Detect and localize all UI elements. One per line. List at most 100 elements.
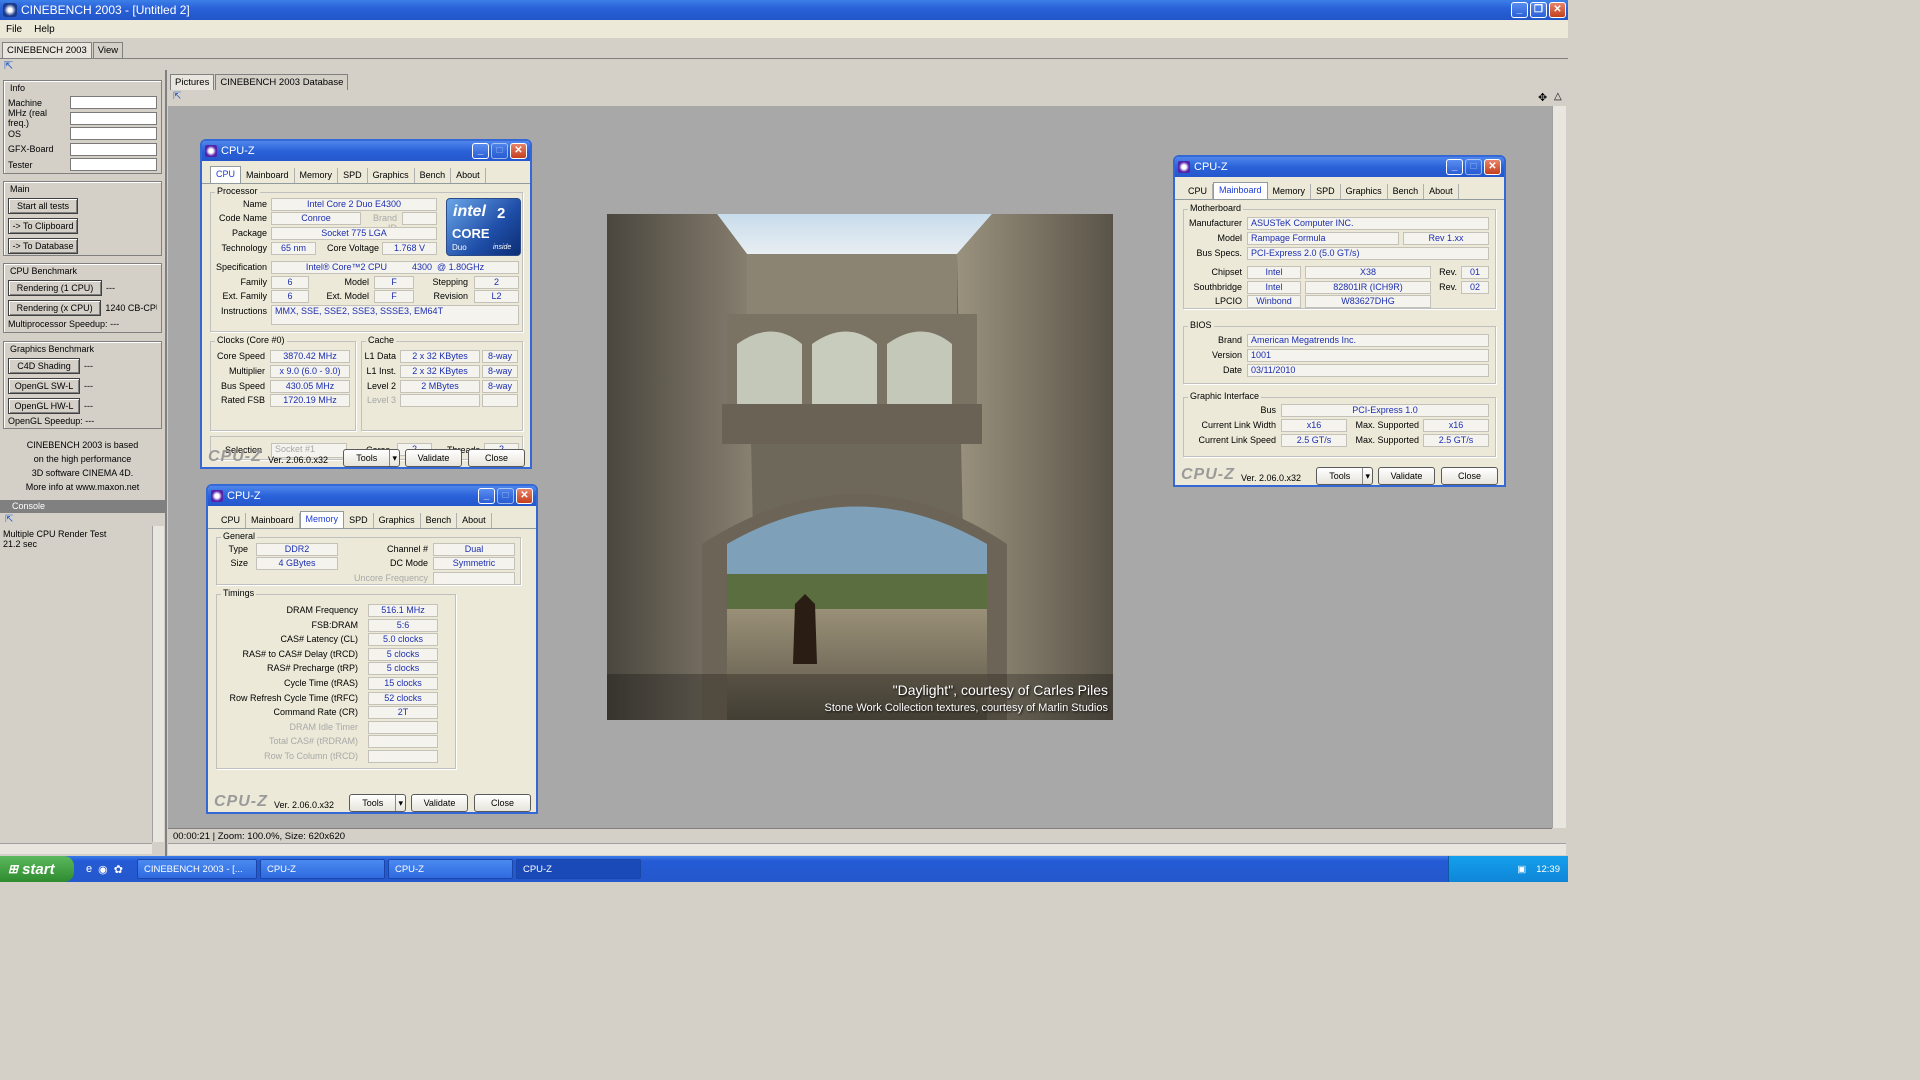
tester-field[interactable] — [69, 158, 157, 172]
tab-spd[interactable]: SPD — [338, 168, 368, 183]
revision-label: Revision — [433, 291, 468, 301]
bus-speed-label: Bus Speed — [220, 381, 265, 391]
timing-label: FSB:DRAM — [311, 619, 358, 630]
cpuz-minimize-button[interactable]: _ — [1446, 159, 1463, 175]
cpuz-close-button[interactable]: ✕ — [1484, 159, 1501, 175]
clock[interactable]: 12:39 — [1536, 864, 1560, 875]
cpuz-minimize-button[interactable]: _ — [478, 488, 495, 504]
timing-label: RAS# Precharge (tRP) — [266, 663, 358, 674]
tab-about[interactable]: About — [451, 168, 486, 183]
pin-icon[interactable]: ⇱ — [4, 59, 13, 72]
cpuz-memory-title-bar: CPU-Z _ □ ✕ — [208, 486, 536, 506]
timing-value: 5.0 clocks — [368, 633, 438, 647]
os-field[interactable] — [69, 127, 157, 141]
tab-spd[interactable]: SPD — [1311, 184, 1341, 199]
minimize-button[interactable]: _ — [1511, 2, 1528, 18]
validate-button[interactable]: Validate — [1378, 467, 1435, 485]
tools-button[interactable]: Tools ▾ — [349, 794, 406, 812]
warning-icon[interactable]: △ — [1554, 91, 1562, 102]
cpuz-maximize-button[interactable]: □ — [491, 143, 508, 159]
tab-view[interactable]: View — [92, 42, 124, 58]
gfx-board-field[interactable] — [69, 142, 157, 156]
taskbar-item-cpuz-1[interactable]: CPU-Z — [259, 859, 385, 879]
tab-mainboard[interactable]: Mainboard — [246, 513, 300, 528]
tab-graphics[interactable]: Graphics — [1341, 184, 1388, 199]
menu-file[interactable]: File — [0, 24, 28, 35]
timing-value: 5 clocks — [368, 647, 438, 661]
tab-cinebench[interactable]: CINEBENCH 2003 — [2, 42, 92, 58]
taskbar-item-cinebench[interactable]: CINEBENCH 2003 - [... — [136, 859, 257, 879]
close-button[interactable]: ✕ — [1549, 2, 1566, 18]
cpuz-minimize-button[interactable]: _ — [472, 143, 489, 159]
move-icon[interactable]: ✥ — [1538, 91, 1547, 104]
tools-dropdown-icon[interactable]: ▾ — [1362, 468, 1372, 484]
tab-cpu[interactable]: CPU — [1183, 184, 1214, 199]
mhz-field[interactable] — [69, 111, 157, 125]
close-button-memory[interactable]: Close — [474, 794, 531, 812]
start-all-tests-button[interactable]: Start all tests — [8, 198, 78, 214]
close-button-cpu[interactable]: Close — [468, 449, 525, 467]
tab-about[interactable]: About — [1424, 184, 1459, 199]
chipset-rev-value: 01 — [1461, 266, 1489, 279]
network-icon[interactable]: ▣ — [1517, 864, 1526, 875]
tab-cpu[interactable]: CPU — [216, 513, 247, 528]
validate-button[interactable]: Validate — [411, 794, 468, 812]
restore-button[interactable]: ❐ — [1530, 2, 1547, 18]
messenger-icon[interactable]: ✿ — [114, 863, 123, 876]
taskbar-item-cpuz-3[interactable]: CPU-Z — [515, 859, 641, 879]
tab-pictures[interactable]: Pictures — [170, 74, 215, 90]
tab-spd[interactable]: SPD — [344, 513, 374, 528]
tab-graphics[interactable]: Graphics — [368, 168, 415, 183]
chipset-model: X38 — [1305, 266, 1431, 279]
start-button[interactable]: ⊞ start — [0, 856, 74, 882]
taskbar-item-cpuz-2[interactable]: CPU-Z — [387, 859, 513, 879]
to-clipboard-button[interactable]: -> To Clipboard — [8, 218, 78, 234]
processor-group-label: Processor — [215, 186, 260, 196]
render-scene — [607, 214, 1113, 720]
intel-logo-word: intel — [453, 203, 486, 220]
tab-memory[interactable]: Memory — [295, 168, 339, 183]
machine-field[interactable] — [69, 96, 157, 110]
media-player-icon[interactable]: ◉ — [98, 863, 108, 876]
tab-graphics[interactable]: Graphics — [374, 513, 421, 528]
viewport-vscrollbar[interactable] — [1552, 106, 1566, 828]
console-scrollbar[interactable] — [152, 526, 164, 842]
rendering-xcpu-button[interactable]: Rendering (x CPU) — [8, 300, 102, 316]
timing-label: Command Rate (CR) — [273, 707, 358, 718]
tab-about[interactable]: About — [457, 513, 492, 528]
tools-dropdown-icon[interactable]: ▾ — [395, 795, 405, 811]
rendering-1cpu-button[interactable]: Rendering (1 CPU) — [8, 280, 102, 296]
cpuz-maximize-button[interactable]: □ — [1465, 159, 1482, 175]
viewport-hscrollbar[interactable] — [168, 843, 1566, 855]
timing-value: 52 clocks — [368, 691, 438, 705]
tab-cpu[interactable]: CPU — [210, 166, 242, 183]
tab-mainboard[interactable]: Mainboard — [241, 168, 295, 183]
tab-bench[interactable]: Bench — [415, 168, 452, 183]
console-hscrollbar[interactable] — [0, 843, 152, 854]
menu-help[interactable]: Help — [28, 24, 61, 35]
level3-label: Level 3 — [366, 395, 396, 405]
ie-icon[interactable]: e — [86, 863, 92, 876]
c4d-shading-button[interactable]: C4D Shading — [8, 358, 80, 374]
tools-button[interactable]: Tools ▾ — [343, 449, 400, 467]
tab-mainboard[interactable]: Mainboard — [1213, 182, 1268, 199]
tab-bench[interactable]: Bench — [1388, 184, 1425, 199]
console-pin-icon[interactable]: ⇱ — [5, 514, 13, 525]
opengl-swl-button[interactable]: OpenGL SW-L — [8, 378, 80, 394]
cpuz-maximize-button[interactable]: □ — [497, 488, 514, 504]
timing-value — [368, 720, 438, 734]
content-tab-row: Pictures CINEBENCH 2003 Database — [170, 74, 349, 90]
tools-button[interactable]: Tools ▾ — [1316, 467, 1373, 485]
tab-cinebench-database[interactable]: CINEBENCH 2003 Database — [215, 74, 349, 90]
tools-dropdown-icon[interactable]: ▾ — [389, 450, 399, 466]
tab-memory[interactable]: Memory — [1268, 184, 1312, 199]
cpuz-close-button[interactable]: ✕ — [516, 488, 533, 504]
content-pin-icon[interactable]: ⇱ — [173, 91, 181, 102]
validate-button[interactable]: Validate — [405, 449, 462, 467]
opengl-hwl-button[interactable]: OpenGL HW-L — [8, 398, 80, 414]
tab-bench[interactable]: Bench — [421, 513, 458, 528]
close-button-mainboard[interactable]: Close — [1441, 467, 1498, 485]
to-database-button[interactable]: -> To Database — [8, 238, 78, 254]
tab-memory[interactable]: Memory — [299, 511, 345, 528]
cpuz-close-button[interactable]: ✕ — [510, 143, 527, 159]
